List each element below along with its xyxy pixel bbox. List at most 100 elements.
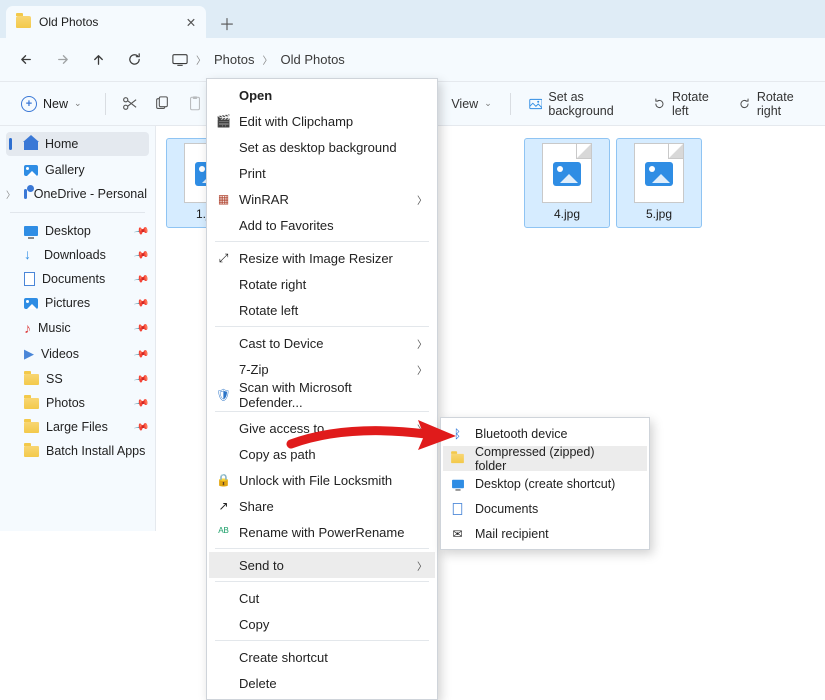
clipchamp-icon: 🎬 — [215, 113, 232, 130]
tab-title: Old Photos — [39, 15, 176, 29]
menu-item-copy[interactable]: Copy — [209, 611, 435, 637]
menu-item-copy-path[interactable]: Copy as path — [209, 441, 435, 467]
menu-label: Set as desktop background — [239, 140, 397, 155]
sendto-bluetooth[interactable]: ᛒBluetooth device — [443, 421, 647, 446]
menu-item-set-desktop-bg[interactable]: Set as desktop background — [209, 134, 435, 160]
arrow-right-icon — [55, 52, 70, 67]
sidebar-item-batch-install[interactable]: Batch Install Apps — [0, 439, 155, 463]
breadcrumb[interactable]: 〉 Photos 〉 Old Photos — [172, 52, 345, 67]
sidebar-item-pictures[interactable]: Pictures 📌 — [0, 291, 155, 315]
image-file-icon — [634, 143, 684, 203]
music-icon: ♪ — [24, 320, 31, 336]
menu-label: Print — [239, 166, 266, 181]
sendto-compressed-folder[interactable]: Compressed (zipped) folder — [443, 446, 647, 471]
breadcrumb-segment[interactable]: Photos — [214, 52, 254, 67]
forward-button[interactable] — [46, 44, 78, 76]
breadcrumb-segment[interactable]: Old Photos — [280, 52, 344, 67]
sidebar-item-label: SS — [46, 372, 63, 386]
monitor-icon — [172, 53, 188, 67]
chevron-right-icon: 〉 — [417, 421, 427, 436]
menu-item-cast[interactable]: Cast to Device〉 — [209, 330, 435, 356]
plus-circle-icon: + — [21, 96, 37, 112]
file-name: 4.jpg — [527, 207, 607, 221]
menu-item-open[interactable]: Open — [209, 82, 435, 108]
menu-item-create-shortcut[interactable]: Create shortcut — [209, 644, 435, 670]
sidebar-item-gallery[interactable]: Gallery — [0, 158, 155, 182]
separator — [215, 411, 429, 412]
sidebar-item-music[interactable]: ♪ Music 📌 — [0, 315, 155, 341]
sidebar-item-home[interactable]: Home — [6, 132, 149, 156]
winrar-icon: ▦ — [215, 191, 232, 208]
sidebar-item-videos[interactable]: ▶ Videos 📌 — [0, 341, 155, 367]
close-tab-icon[interactable]: ✕ — [184, 15, 198, 29]
sendto-mail[interactable]: ✉Mail recipient — [443, 521, 647, 546]
set-background-button[interactable]: Set as background — [523, 86, 639, 122]
chevron-down-icon: ⌄ — [484, 98, 492, 109]
home-icon — [24, 138, 38, 150]
sidebar-item-desktop[interactable]: Desktop 📌 — [0, 219, 155, 243]
menu-label: Share — [239, 499, 274, 514]
pin-icon: 📌 — [133, 271, 150, 287]
sendto-documents[interactable]: Documents — [443, 496, 647, 521]
refresh-button[interactable] — [118, 44, 150, 76]
sidebar-item-label: Desktop — [45, 224, 91, 238]
menu-label: Send to — [239, 558, 284, 573]
menu-item-rotate-left[interactable]: Rotate left — [209, 297, 435, 323]
set-background-label: Set as background — [548, 90, 633, 118]
folder-icon — [16, 16, 31, 28]
menu-item-clipchamp[interactable]: 🎬Edit with Clipchamp — [209, 108, 435, 134]
rotate-right-button[interactable]: Rotate right — [732, 86, 815, 122]
separator — [215, 640, 429, 641]
sidebar-item-documents[interactable]: Documents 📌 — [0, 267, 155, 291]
menu-item-unlock[interactable]: 🔒Unlock with File Locksmith — [209, 467, 435, 493]
sendto-desktop-shortcut[interactable]: Desktop (create shortcut) — [443, 471, 647, 496]
pin-icon: 📌 — [133, 395, 150, 411]
menu-item-send-to[interactable]: Send to〉 — [209, 552, 435, 578]
new-button-label: New — [43, 97, 68, 111]
copy-button[interactable] — [150, 89, 175, 119]
new-button[interactable]: + New ⌄ — [10, 90, 93, 118]
menu-item-add-favorites[interactable]: Add to Favorites — [209, 212, 435, 238]
menu-item-7zip[interactable]: 7-Zip〉 — [209, 356, 435, 382]
sidebar-item-large-files[interactable]: Large Files 📌 — [0, 415, 155, 439]
menu-item-defender[interactable]: 🛡Scan with Microsoft Defender... — [209, 382, 435, 408]
menu-item-print[interactable]: Print — [209, 160, 435, 186]
menu-label: Compressed (zipped) folder — [475, 445, 627, 473]
file-item[interactable]: 5.jpg — [616, 138, 702, 228]
sidebar-item-label: Downloads — [44, 248, 106, 262]
menu-item-share[interactable]: ↗Share — [209, 493, 435, 519]
sidebar-item-ss[interactable]: SS 📌 — [0, 367, 155, 391]
cut-button[interactable] — [117, 89, 142, 119]
sidebar-item-photos[interactable]: Photos 📌 — [0, 391, 155, 415]
file-item[interactable]: 4.jpg — [524, 138, 610, 228]
menu-item-resize[interactable]: ⤢Resize with Image Resizer — [209, 245, 435, 271]
rename-icon: ᴬᴮ — [215, 524, 232, 541]
back-button[interactable] — [10, 44, 42, 76]
menu-item-delete[interactable]: Delete — [209, 670, 435, 696]
document-icon — [449, 500, 466, 517]
menu-item-rename-powerrename[interactable]: ᴬᴮRename with PowerRename — [209, 519, 435, 545]
menu-label: Copy — [239, 617, 269, 632]
window-tab[interactable]: Old Photos ✕ — [6, 6, 206, 38]
menu-item-cut[interactable]: Cut — [209, 585, 435, 611]
menu-item-winrar[interactable]: ▦WinRAR〉 — [209, 186, 435, 212]
up-button[interactable] — [82, 44, 114, 76]
pin-icon: 📌 — [133, 247, 150, 263]
arrow-left-icon — [19, 52, 34, 67]
rotate-left-button[interactable]: Rotate left — [647, 86, 724, 122]
menu-label: Unlock with File Locksmith — [239, 473, 392, 488]
menu-item-rotate-right[interactable]: Rotate right — [209, 271, 435, 297]
mail-icon: ✉ — [449, 525, 466, 542]
menu-label: Delete — [239, 676, 277, 691]
pin-icon: 📌 — [133, 419, 150, 435]
rotate-right-label: Rotate right — [757, 90, 809, 118]
view-dropdown[interactable]: View ⌄ — [445, 93, 497, 115]
chevron-right-icon[interactable]: 〉 — [6, 188, 15, 201]
paste-button[interactable] — [183, 89, 208, 119]
sidebar-item-downloads[interactable]: Downloads 📌 — [0, 243, 155, 267]
sidebar-item-label: Videos — [41, 347, 79, 361]
menu-label: Documents — [475, 502, 538, 516]
sidebar-item-onedrive[interactable]: 〉 OneDrive - Personal — [0, 182, 155, 206]
new-tab-button[interactable]: ＋ — [212, 8, 242, 38]
menu-item-give-access[interactable]: Give access to〉 — [209, 415, 435, 441]
